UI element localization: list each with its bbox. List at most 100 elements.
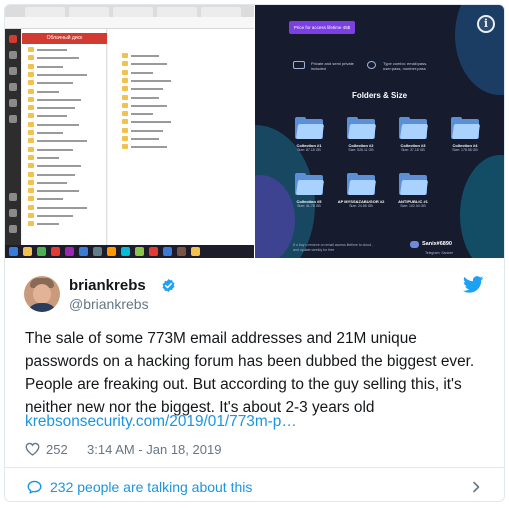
- folder-icon: [28, 88, 34, 94]
- talking-about-link[interactable]: 232 people are talking about this: [50, 479, 252, 495]
- app-icon: [9, 67, 17, 75]
- app-sidebar: [5, 29, 21, 245]
- twitter-logo-icon[interactable]: [463, 276, 484, 293]
- like-count[interactable]: 252: [46, 442, 68, 457]
- app-icon: [9, 83, 17, 91]
- tweet-author-row: briankrebs @briankrebs: [5, 258, 504, 318]
- feature-icon: [293, 61, 305, 69]
- taskbar-icon: [191, 247, 200, 256]
- feature-icon: [367, 61, 376, 69]
- browser-tab: [69, 7, 109, 17]
- folder-icon: [28, 63, 34, 69]
- taskbar-icon: [37, 247, 46, 256]
- app-icon: [9, 209, 17, 217]
- tweet-card: Облачный диск Price for access lifetime …: [4, 4, 505, 502]
- app-icon: [9, 115, 17, 123]
- taskbar-icon: [65, 247, 74, 256]
- feature-text: Type combo: email:pass, user:pass, numbe…: [383, 61, 428, 71]
- folder-size: Size: 87.18 GB: [297, 148, 321, 152]
- app-icon: [9, 99, 17, 107]
- folder-size: Size: 41.78 GB: [297, 204, 321, 208]
- tweet-media[interactable]: Облачный диск Price for access lifetime …: [5, 5, 504, 258]
- folder-icon: [347, 173, 377, 195]
- folder-size: Size: 178.58 GB: [452, 148, 478, 152]
- folder-icon: [28, 130, 34, 135]
- price-button: Price for access lifetime 45$: [289, 21, 355, 34]
- taskbar-icon: [135, 247, 144, 256]
- folder-icon: [28, 213, 34, 218]
- taskbar-icon: [51, 247, 60, 256]
- app-icon: [9, 51, 17, 59]
- tweet-timestamp[interactable]: 3:14 AM - Jan 18, 2019: [87, 442, 221, 457]
- chevron-right-icon[interactable]: [472, 481, 480, 493]
- folder-icon: [28, 196, 34, 202]
- folder-icon: [28, 121, 34, 127]
- folder-icon: [122, 136, 128, 141]
- browser-tab: [113, 7, 153, 17]
- folder-icon: [28, 71, 34, 77]
- taskbar-icon: [177, 247, 186, 256]
- file-list-pane: [108, 29, 254, 245]
- taskbar-icon: [79, 247, 88, 256]
- heart-icon[interactable]: [25, 442, 40, 456]
- folder-size: Size: 102.04 GB: [400, 204, 426, 208]
- author-name[interactable]: briankrebs: [69, 277, 146, 294]
- folder-icon: [122, 69, 128, 75]
- taskbar-icon: [107, 247, 116, 256]
- tweet-text: The sale of some 773M email addresses an…: [25, 330, 475, 416]
- folder-size: Size: 526.11 GB: [348, 148, 374, 152]
- folder-icon: [28, 47, 34, 52]
- conversation-row[interactable]: 232 people are talking about this: [5, 468, 504, 501]
- author-handle[interactable]: @briankrebs: [69, 296, 149, 312]
- folder-icon: [28, 163, 34, 169]
- folder-size: Size: 24.85 GB: [349, 204, 373, 208]
- tweet-link[interactable]: krebsonsecurity.com/2019/01/773m-p…: [25, 413, 297, 431]
- cloud-disk-label: Облачный диск: [46, 35, 83, 41]
- taskbar-icon: [23, 247, 32, 256]
- folder-icon: [28, 138, 34, 144]
- folder-icon: [122, 102, 128, 108]
- app-icon: [9, 193, 17, 201]
- folder-icon: [28, 221, 34, 227]
- feature-text: Private and semi private included: [311, 61, 354, 71]
- folder-icon: [28, 80, 34, 86]
- browser-tab-strip: [5, 5, 254, 17]
- avatar[interactable]: [24, 276, 60, 312]
- folder-icon: [28, 96, 34, 102]
- folder-icon: [347, 117, 377, 139]
- folder-icon: [28, 179, 34, 185]
- taskbar-icon: [9, 247, 18, 256]
- contact-handle: Sanix#6890: [422, 241, 452, 247]
- verified-icon: [162, 278, 175, 293]
- footnote: If u buy u recieve on email access lifet…: [293, 243, 373, 252]
- folder-icon: [295, 117, 325, 139]
- folder-icon: [122, 86, 128, 92]
- address-bar: [5, 17, 254, 29]
- folder-icon: [28, 188, 34, 194]
- app-icon: [9, 225, 17, 233]
- cloud-disk-header: Облачный диск: [22, 33, 107, 44]
- folder-icon: [451, 117, 481, 139]
- folder-size: Size: 37.18 GB: [401, 148, 425, 152]
- folder-icon: [28, 146, 34, 152]
- folder-icon: [399, 117, 429, 139]
- taskbar-icon: [121, 247, 130, 256]
- folder-icon: [122, 61, 128, 67]
- contact-telegram: Telegram: Sanixer: [425, 251, 454, 255]
- folders-size-title: Folders & Size: [351, 91, 408, 100]
- folder-icon: [122, 119, 128, 125]
- sales-page-screenshot: Price for access lifetime 45$ i Private …: [255, 5, 504, 258]
- folder-tree-pane: [22, 29, 107, 245]
- folder-icon: [28, 204, 34, 210]
- info-icon[interactable]: i: [477, 15, 495, 33]
- app-icon: [9, 35, 17, 43]
- taskbar-icon: [93, 247, 102, 256]
- file-manager-screenshot: Облачный диск: [5, 5, 254, 258]
- background-shape: [460, 155, 504, 258]
- folder-icon: [122, 94, 128, 100]
- folder-icon: [122, 144, 128, 150]
- folder-icon: [399, 173, 429, 195]
- browser-tab: [201, 7, 241, 17]
- folder-icon: [28, 55, 34, 61]
- folder-icon: [28, 105, 34, 111]
